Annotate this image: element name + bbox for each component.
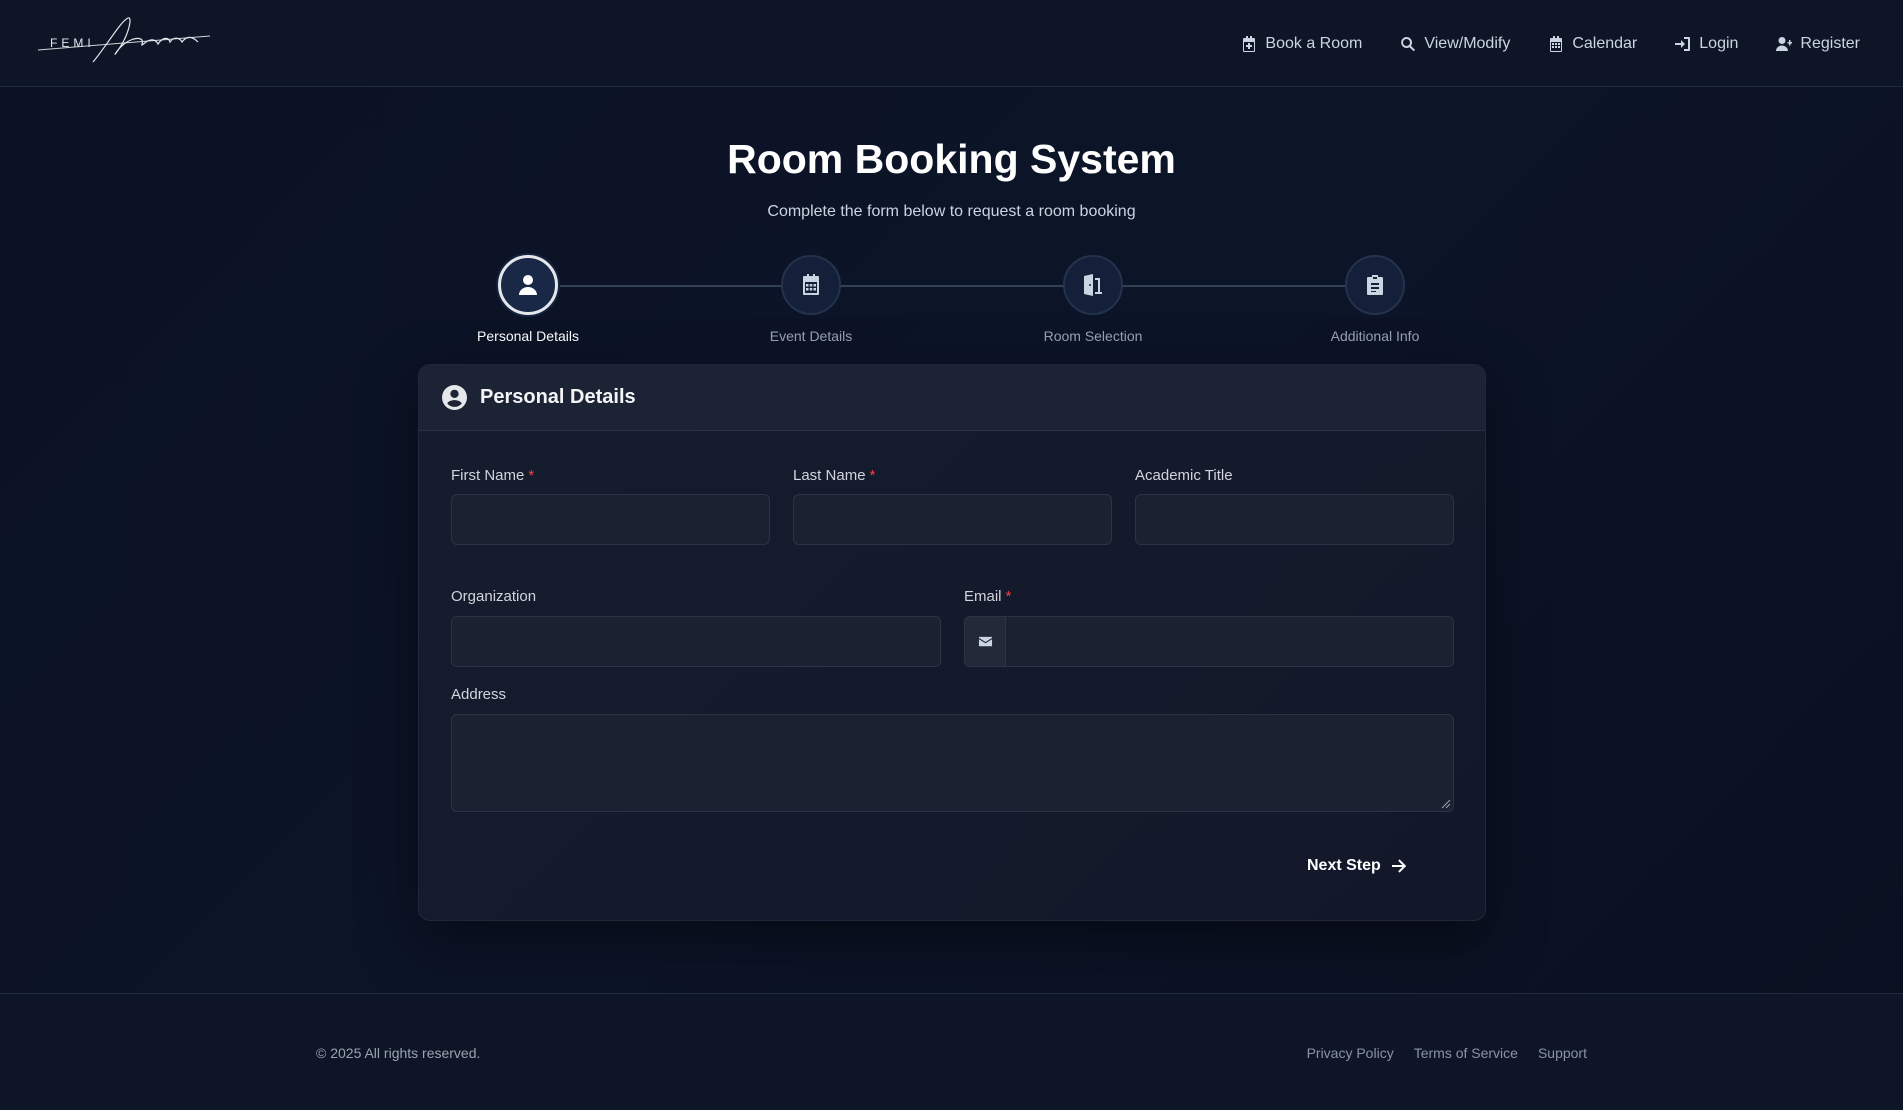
page-title: Room Booking System xyxy=(727,136,1176,182)
nav-calendar[interactable]: Calendar xyxy=(1548,35,1637,53)
address-textarea[interactable] xyxy=(451,714,1454,812)
nav-label: Book a Room xyxy=(1265,34,1363,52)
email-addon xyxy=(964,616,1006,667)
required-mark: * xyxy=(528,467,535,484)
page-subtitle: Complete the form below to request a roo… xyxy=(767,203,1136,220)
footer-link-support[interactable]: Support xyxy=(1538,1045,1587,1061)
required-mark: * xyxy=(1005,588,1012,605)
next-step-button[interactable]: Next Step xyxy=(1307,851,1407,881)
nav-login[interactable]: Login xyxy=(1675,35,1738,53)
last-name-input[interactable] xyxy=(793,494,1112,545)
step-label: Additional Info xyxy=(1330,328,1420,344)
nav-label: Register xyxy=(1800,34,1860,52)
academic-title-input[interactable] xyxy=(1135,494,1454,545)
stepper-line xyxy=(528,285,1373,287)
step-circle xyxy=(498,255,558,315)
resize-grip-icon[interactable] xyxy=(1439,797,1451,809)
email-label: Email * xyxy=(964,588,1011,605)
organization-label: Organization xyxy=(451,588,537,605)
footer: © 2025 All rights reserved. Privacy Poli… xyxy=(0,993,1903,1110)
footer-link-privacy[interactable]: Privacy Policy xyxy=(1307,1045,1394,1061)
last-name-label-text: Last Name xyxy=(793,467,866,484)
nav-register[interactable]: Register xyxy=(1776,35,1860,53)
academic-title-label: Academic Title xyxy=(1135,467,1233,484)
top-navbar: FEMI Book a Room View/Modify Calendar Lo… xyxy=(0,0,1903,87)
calendar-icon xyxy=(1550,35,1563,52)
arrow-right-icon xyxy=(1391,859,1406,873)
email-label-text: Email xyxy=(964,588,1002,605)
sign-in-icon xyxy=(1675,36,1691,51)
search-icon xyxy=(1401,36,1416,51)
user-icon xyxy=(519,275,537,295)
email-input[interactable] xyxy=(1005,616,1454,667)
nav-view-modify[interactable]: View/Modify xyxy=(1400,35,1510,53)
address-label: Address xyxy=(451,686,507,703)
footer-link-terms[interactable]: Terms of Service xyxy=(1414,1045,1518,1061)
progress-stepper: Personal Details Event Details Room Sele… xyxy=(438,255,1463,355)
logo-text: FEMI xyxy=(50,36,95,50)
brand-logo[interactable]: FEMI xyxy=(38,14,210,66)
footer-links: Privacy Policy Terms of Service Support xyxy=(1307,1045,1587,1061)
user-plus-icon xyxy=(1776,36,1793,51)
door-icon xyxy=(1084,274,1102,296)
step-room-selection[interactable]: Room Selection xyxy=(1003,255,1183,344)
last-name-label: Last Name * xyxy=(793,467,875,484)
card-header: Personal Details xyxy=(419,365,1485,431)
copyright-text: © 2025 All rights reserved. xyxy=(316,1045,481,1061)
first-name-input[interactable] xyxy=(451,494,770,545)
nav-label: Calendar xyxy=(1572,34,1638,52)
main-nav: Book a Room View/Modify Calendar Login R… xyxy=(1241,0,1860,87)
step-event-details[interactable]: Event Details xyxy=(721,255,901,344)
nav-book-a-room[interactable]: Book a Room xyxy=(1241,35,1362,53)
card-title: Personal Details xyxy=(480,386,636,408)
nav-label: Login xyxy=(1699,34,1739,52)
clipboard-icon xyxy=(1367,275,1383,295)
step-circle xyxy=(1063,255,1123,315)
step-additional-info[interactable]: Additional Info xyxy=(1285,255,1465,344)
organization-input[interactable] xyxy=(451,616,941,667)
step-personal-details[interactable]: Personal Details xyxy=(438,255,618,344)
step-label: Event Details xyxy=(769,328,853,344)
next-step-label: Next Step xyxy=(1307,857,1381,874)
user-circle-icon xyxy=(442,385,467,410)
calendar-icon xyxy=(803,274,819,295)
personal-details-card: Personal Details First Name * Last Name * … xyxy=(418,364,1486,921)
first-name-label: First Name * xyxy=(451,467,534,484)
first-name-label-text: First Name xyxy=(451,467,525,484)
calendar-plus-icon xyxy=(1243,35,1256,52)
step-label: Personal Details xyxy=(477,328,579,344)
envelope-icon xyxy=(978,636,992,647)
step-circle xyxy=(1345,255,1405,315)
step-label: Room Selection xyxy=(1043,328,1143,344)
step-circle xyxy=(781,255,841,315)
nav-label: View/Modify xyxy=(1424,34,1511,52)
required-mark: * xyxy=(869,467,876,484)
